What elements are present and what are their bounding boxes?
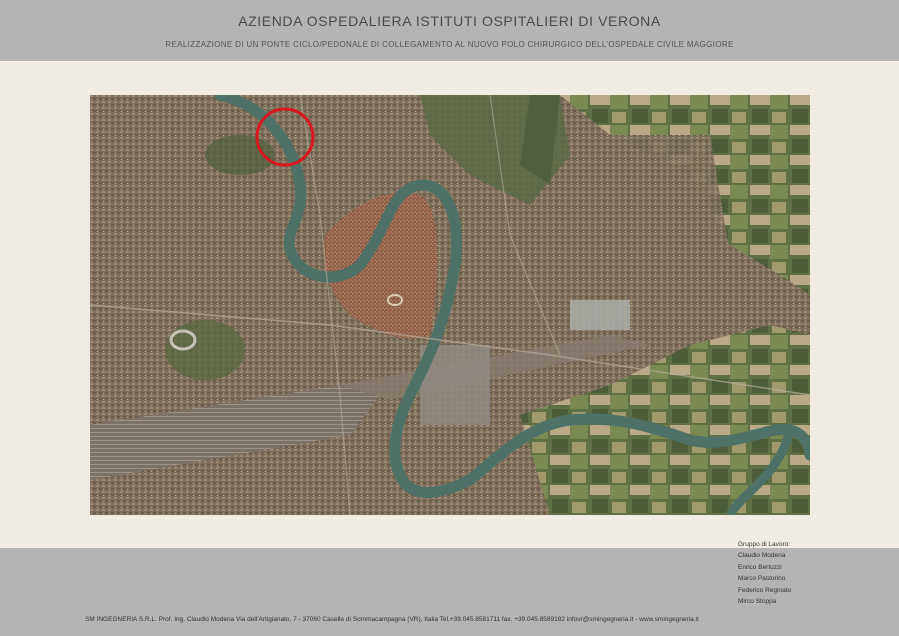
company-contact: SM INGEGNERIA S.R.L. Prof. Ing. Claudio … bbox=[85, 616, 699, 623]
team-member: Federico Reginato bbox=[738, 586, 792, 594]
team-member: Mirco Stoppa bbox=[738, 598, 777, 606]
work-group: Gruppo di Lavoro: Claudio Modena Enrico … bbox=[738, 539, 791, 607]
page-title: AZIENDA OSPEDALIERA ISTITUTI OSPITALIERI… bbox=[238, 13, 661, 29]
team-member: Marco Pastorino bbox=[738, 575, 786, 583]
team-member: Enrico Bertuzzi bbox=[738, 563, 782, 571]
work-group-heading: Gruppo di Lavoro: bbox=[738, 541, 791, 548]
page-subtitle: REALIZZAZIONE DI UN PONTE CICLO/PEDONALE… bbox=[165, 40, 734, 49]
team-member: Claudio Modena bbox=[738, 552, 786, 560]
header-band: AZIENDA OSPEDALIERA ISTITUTI OSPITALIERI… bbox=[0, 0, 899, 61]
aerial-map-image bbox=[90, 95, 810, 515]
aerial-map bbox=[90, 95, 810, 515]
